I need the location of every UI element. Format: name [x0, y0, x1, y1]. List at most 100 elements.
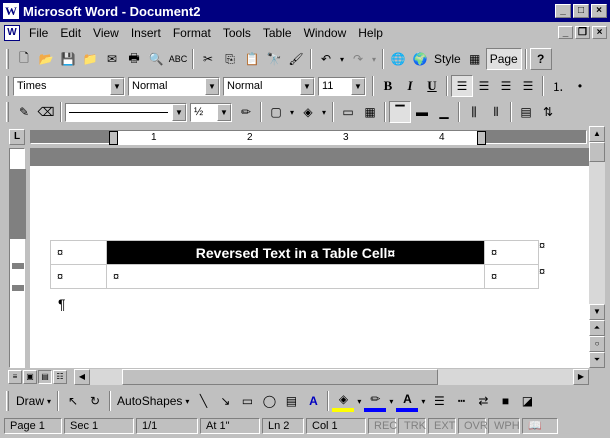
select-browse-object-button[interactable]: ○	[589, 336, 605, 352]
numbering-icon[interactable]: ⒈	[547, 75, 569, 97]
table-autoformat-icon[interactable]: ▤	[515, 101, 537, 123]
document-map-icon[interactable]: ▦	[464, 48, 486, 70]
select-objects-arrow-icon[interactable]: ↖	[62, 390, 84, 412]
arrow-style-icon[interactable]: ⇄	[472, 390, 494, 412]
line-style-combo[interactable]: ▼	[65, 102, 187, 122]
status-trk[interactable]: TRK	[398, 418, 426, 434]
bold-button[interactable]: B	[377, 75, 399, 97]
maximize-button[interactable]: □	[573, 4, 589, 18]
print-layout-view-button[interactable]: ▤	[38, 370, 52, 384]
tab-selector[interactable]: L	[9, 129, 25, 145]
menu-table[interactable]: Table	[257, 24, 298, 42]
open-favorites-icon[interactable]: 📁	[79, 48, 101, 70]
scroll-right-button[interactable]: ▶	[573, 369, 589, 385]
style-combo[interactable]: Normal ▼	[128, 76, 220, 96]
italic-button[interactable]: I	[399, 75, 421, 97]
right-indent-marker[interactable]	[477, 131, 486, 145]
change-text-direction-icon[interactable]: ⇅	[537, 101, 559, 123]
vertical-scroll-thumb[interactable]	[589, 142, 605, 162]
table-cell[interactable]: ¤	[106, 264, 485, 289]
border-icon[interactable]: ▢	[265, 101, 287, 123]
status-rec[interactable]: REC	[368, 418, 397, 434]
status-ext[interactable]: EXT	[428, 418, 456, 434]
redo-icon[interactable]: ↷	[347, 48, 369, 70]
menu-tools[interactable]: Tools	[217, 24, 257, 42]
row-marker[interactable]	[12, 263, 24, 269]
print-preview-icon[interactable]: 🔍	[145, 48, 167, 70]
menu-window[interactable]: Window	[298, 24, 353, 42]
doc-close-button[interactable]: ×	[592, 26, 607, 39]
table-cell[interactable]: ¤	[50, 240, 107, 265]
print-icon[interactable]: 🖶	[123, 48, 145, 70]
row-marker[interactable]	[12, 285, 24, 291]
justify-icon[interactable]: ☰	[517, 75, 539, 97]
distribute-rows-icon[interactable]: ⫼	[463, 101, 485, 123]
previous-page-button[interactable]: ⏶	[589, 320, 605, 336]
oval-icon[interactable]: ◯	[258, 390, 280, 412]
web-layout-view-button[interactable]: ▣	[23, 370, 37, 384]
email-icon[interactable]: ✉	[101, 48, 123, 70]
redo-dropdown-icon[interactable]: ▾	[369, 48, 379, 70]
align-left-icon[interactable]: ☰	[451, 75, 473, 97]
hyperlink-icon[interactable]: 🌍	[409, 48, 431, 70]
menu-view[interactable]: View	[87, 24, 125, 42]
chevron-down-icon[interactable]: ▼	[110, 77, 124, 95]
bullets-icon[interactable]: •	[569, 75, 591, 97]
format-painter-icon[interactable]: 🖌	[285, 48, 307, 70]
document-page[interactable]: ¤ Reversed Text in a Table Cell¤ ¤ ¤ ¤ ¤…	[30, 148, 589, 368]
draw-table-pencil-icon[interactable]: ✎	[13, 101, 35, 123]
chevron-down-icon[interactable]: ▼	[300, 77, 314, 95]
open-folder-icon[interactable]: 📂	[35, 48, 57, 70]
new-document-icon[interactable]: 🗋	[13, 48, 35, 70]
border-color-icon[interactable]: ✏	[235, 101, 257, 123]
word-app-icon[interactable]: W	[3, 3, 19, 19]
doc-restore-button[interactable]: ❐	[575, 26, 590, 39]
reversed-table-cell[interactable]: Reversed Text in a Table Cell¤	[106, 240, 485, 265]
minimize-button[interactable]: _	[555, 4, 571, 18]
table-cell[interactable]: ¤	[484, 264, 539, 289]
line-color-dropdown-icon[interactable]: ▾	[386, 390, 396, 412]
horizontal-scroll-thumb[interactable]	[122, 369, 438, 385]
undo-dropdown-icon[interactable]: ▾	[337, 48, 347, 70]
toolbar-grip[interactable]	[6, 102, 9, 122]
distribute-columns-icon[interactable]: ⫴	[485, 101, 507, 123]
table-cell[interactable]: ¤	[50, 264, 107, 289]
help-icon[interactable]: ?	[529, 48, 552, 70]
save-icon[interactable]: 💾	[57, 48, 79, 70]
page-button[interactable]: Page	[485, 48, 522, 70]
undo-icon[interactable]: ↶	[315, 48, 337, 70]
text-box-icon[interactable]: ▤	[280, 390, 302, 412]
chevron-down-icon[interactable]: ▼	[351, 77, 365, 95]
align-center-icon[interactable]: ☰	[473, 75, 495, 97]
normal-view-button[interactable]: ≡	[8, 370, 22, 384]
chevron-down-icon[interactable]: ▼	[205, 77, 219, 95]
style-button[interactable]: Style	[431, 48, 464, 70]
line-weight-combo[interactable]: ½ ▼	[190, 102, 232, 122]
fill-color-icon[interactable]: ◈	[332, 390, 355, 412]
menu-insert[interactable]: Insert	[125, 24, 167, 42]
style-combo-2[interactable]: Normal ▼	[223, 76, 315, 96]
border-dropdown-icon[interactable]: ▾	[287, 101, 297, 123]
next-page-button[interactable]: ⏷	[589, 352, 605, 368]
line-color-icon[interactable]: ✏	[364, 390, 387, 412]
merge-cells-icon[interactable]: ▭	[337, 101, 359, 123]
menu-help[interactable]: Help	[352, 24, 389, 42]
table-cell[interactable]: ¤	[484, 240, 539, 265]
shading-dropdown-icon[interactable]: ▾	[319, 101, 329, 123]
autoshapes-menu-button[interactable]: AutoShapes ▾	[114, 390, 192, 412]
dash-style-icon[interactable]: ┅	[450, 390, 472, 412]
scroll-down-button[interactable]: ▼	[589, 304, 605, 320]
align-bottom-icon[interactable]: ▁	[433, 101, 455, 123]
horizontal-ruler[interactable]: 1 2 3 4	[30, 130, 587, 145]
paste-icon[interactable]: 📋	[241, 48, 263, 70]
vertical-ruler[interactable]	[9, 148, 26, 368]
toolbar-grip[interactable]	[6, 76, 9, 96]
align-top-icon[interactable]: ▔	[389, 101, 411, 123]
scroll-left-button[interactable]: ◀	[74, 369, 90, 385]
draw-menu-button[interactable]: Draw ▾	[13, 390, 54, 412]
menu-edit[interactable]: Edit	[54, 24, 87, 42]
vertical-scrollbar[interactable]: ▲ ▼ ⏶ ○ ⏷	[589, 126, 605, 368]
spelling-status-icon[interactable]: 📖	[522, 418, 558, 434]
center-vertically-icon[interactable]: ▬	[411, 101, 433, 123]
underline-button[interactable]: U	[421, 75, 443, 97]
